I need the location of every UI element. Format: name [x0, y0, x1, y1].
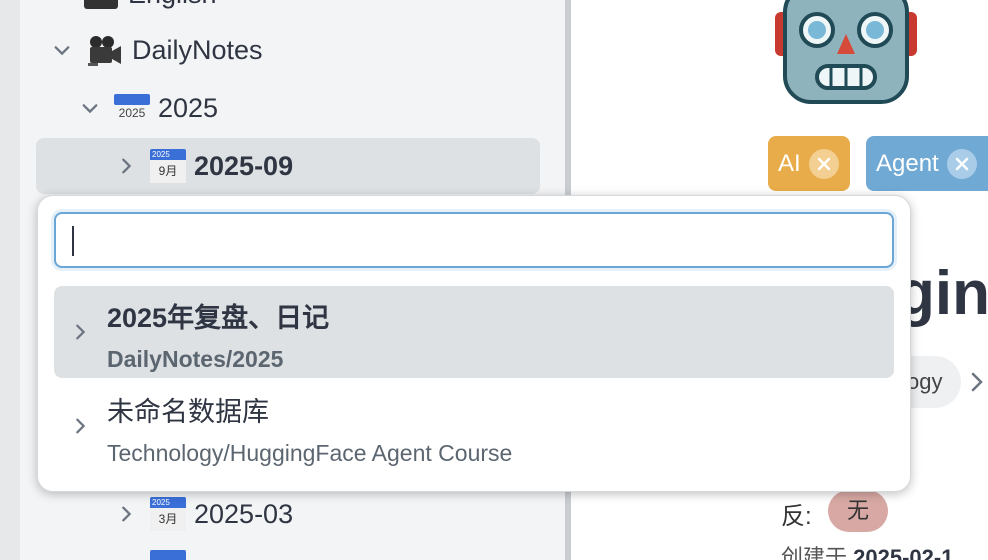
sidebar-item-label: DailyNotes: [132, 34, 263, 65]
created-label: 创建于: [781, 545, 848, 560]
sidebar-item-2025[interactable]: 2025 2025: [80, 82, 218, 134]
calendar-year-icon: 2025: [114, 91, 150, 125]
result-path: DailyNotes/2025: [107, 346, 284, 372]
calendar-icon: 2025 3月: [150, 497, 186, 531]
sidebar-item-dailynotes[interactable]: DailyNotes: [52, 24, 263, 76]
robot-icon: [775, 0, 917, 104]
created-value: 2025-02-1: [853, 545, 954, 560]
calendar-icon: [150, 550, 186, 560]
result-title: 未命名数据库: [107, 397, 269, 427]
search-result-item[interactable]: 未命名数据库 Technology/HuggingFace Agent Cour…: [54, 380, 894, 472]
search-input[interactable]: [76, 214, 876, 266]
chevron-right-icon[interactable]: [70, 322, 90, 342]
status-badge[interactable]: 无: [828, 490, 888, 532]
text-caret: [72, 226, 74, 256]
sidebar-item-2025-03[interactable]: 2025 3月 2025-03: [116, 488, 293, 540]
movie-camera-icon: [86, 33, 122, 67]
search-result-item[interactable]: 2025年复盘、日记 DailyNotes/2025: [54, 286, 894, 378]
tag-label: AI: [778, 149, 801, 177]
left-gutter: [0, 0, 20, 560]
sidebar-item-label: 2025-03: [194, 498, 294, 529]
created-meta: 创建于 2025-02-1: [781, 540, 953, 560]
document-icon: [84, 0, 118, 9]
chevron-down-icon[interactable]: [80, 98, 100, 118]
chevron-down-icon[interactable]: [52, 40, 72, 60]
sidebar-item-label: English: [128, 0, 217, 10]
property-label: 反:: [781, 503, 812, 530]
result-title: 2025年复盘、日记: [107, 303, 330, 333]
chevron-right-icon[interactable]: [116, 156, 136, 176]
sidebar-item-label: 2025-09: [194, 150, 294, 181]
search-popup: 2025年复盘、日记 DailyNotes/2025 未命名数据库 Techno…: [37, 195, 911, 492]
close-icon[interactable]: [808, 148, 839, 179]
chevron-right-icon[interactable]: [969, 372, 985, 397]
result-path: Technology/HuggingFace Agent Course: [107, 440, 513, 466]
sidebar-item-2025-09[interactable]: 2025 9月 2025-09: [36, 138, 540, 194]
tag-ai[interactable]: AI: [768, 136, 850, 191]
tag-agent[interactable]: Agent: [866, 136, 988, 191]
sidebar-item-label: 2025: [158, 92, 219, 123]
close-icon[interactable]: [946, 148, 977, 179]
tag-label: Agent: [876, 149, 939, 177]
chevron-right-icon[interactable]: [116, 504, 136, 524]
chevron-right-icon[interactable]: [70, 416, 90, 436]
chevron-down-icon[interactable]: [50, 0, 70, 4]
sidebar-item-english[interactable]: English: [50, 0, 217, 20]
calendar-icon: 2025 9月: [150, 149, 186, 183]
search-field[interactable]: [54, 212, 894, 268]
